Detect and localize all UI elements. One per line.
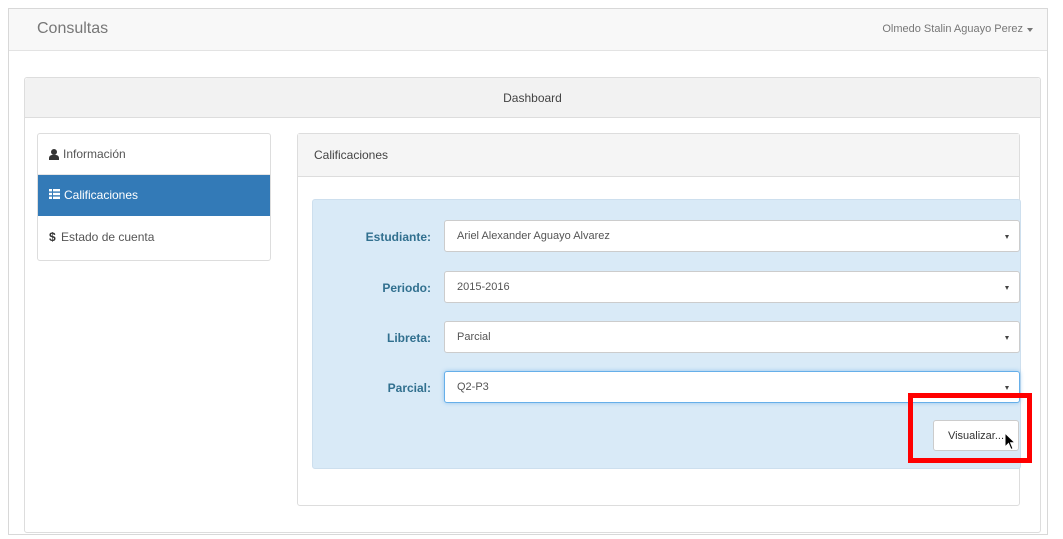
user-menu[interactable]: Olmedo Stalin Aguayo Perez <box>882 23 1033 35</box>
estudiante-label: Estudiante: <box>365 230 431 244</box>
highlight-box <box>908 393 1032 463</box>
app-frame: Consultas Olmedo Stalin Aguayo Perez Das… <box>8 8 1048 535</box>
sidebar-menu: Información Calificaciones $ Estado de c… <box>37 133 271 261</box>
user-icon <box>49 148 59 160</box>
caret-down-icon <box>1027 28 1033 32</box>
parcial-label: Parcial: <box>387 381 431 395</box>
dashboard-panel: Dashboard Información Calificaciones $ E… <box>24 77 1041 533</box>
user-name: Olmedo Stalin Aguayo Perez <box>882 23 1023 35</box>
mouse-cursor-icon <box>1004 432 1016 451</box>
dropdown-arrow-icon <box>1005 386 1009 390</box>
parcial-value: Q2-P3 <box>457 381 489 393</box>
sidebar-item-label: Estado de cuenta <box>61 229 155 244</box>
libreta-label: Libreta: <box>386 331 431 345</box>
libreta-select[interactable]: Parcial <box>444 321 1020 353</box>
sidebar-item-estado-de-cuenta[interactable]: $ Estado de cuenta <box>38 216 270 257</box>
list-icon <box>49 188 60 202</box>
dollar-icon: $ <box>49 229 56 244</box>
dropdown-arrow-icon <box>1005 286 1009 290</box>
sidebar-item-informacion[interactable]: Información <box>38 134 270 175</box>
libreta-value: Parcial <box>457 331 491 343</box>
periodo-label: Periodo: <box>382 281 431 295</box>
estudiante-value: Ariel Alexander Aguayo Alvarez <box>457 230 610 242</box>
sidebar-item-calificaciones[interactable]: Calificaciones <box>38 175 270 216</box>
navbar-brand[interactable]: Consultas <box>37 20 108 38</box>
periodo-value: 2015-2016 <box>457 281 510 293</box>
calificaciones-heading: Calificaciones <box>298 134 1019 177</box>
dropdown-arrow-icon <box>1005 235 1009 239</box>
top-navbar: Consultas Olmedo Stalin Aguayo Perez <box>9 9 1047 51</box>
dashboard-heading: Dashboard <box>25 78 1040 118</box>
periodo-select[interactable]: 2015-2016 <box>444 271 1020 303</box>
sidebar-item-label: Calificaciones <box>64 188 139 202</box>
dropdown-arrow-icon <box>1005 336 1009 340</box>
estudiante-select[interactable]: Ariel Alexander Aguayo Alvarez <box>444 220 1020 252</box>
sidebar-item-label: Información <box>63 147 126 161</box>
